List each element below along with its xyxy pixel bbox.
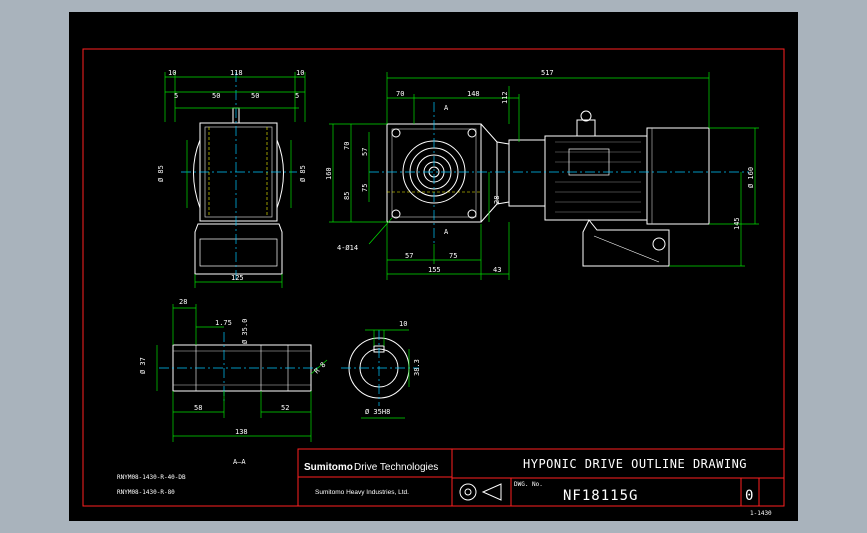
- dim-h-70: 70: [343, 142, 351, 150]
- dim-shaft-dia: Ø 35.0: [241, 319, 249, 344]
- section-label: A—A: [233, 458, 246, 466]
- dim-bottom: 125: [231, 274, 244, 282]
- dim-top-left: 10: [168, 69, 176, 77]
- dim-bore-dia: Ø 35H8: [365, 408, 390, 416]
- dim-len-58: 58: [194, 404, 202, 412]
- revision: 0: [745, 488, 754, 504]
- cad-drawing: 10 118 10 5 50 50 5 Ø 85 Ø 85 125 517 70…: [82, 48, 785, 517]
- drawing-number: NF18115G: [563, 488, 638, 504]
- dim-h-85: 85: [343, 192, 351, 200]
- dim-dia-37: Ø 37: [139, 357, 147, 374]
- keyway-view: 10 38.3 Ø 35H8: [341, 320, 421, 419]
- drawing-title: HYPONIC DRIVE OUTLINE DRAWING: [523, 457, 747, 471]
- dim-key-38: 38.3: [413, 359, 421, 376]
- dim-top-overall: 118: [230, 69, 243, 77]
- dim-top-right: 10: [296, 69, 304, 77]
- dim-key-10: 10: [399, 320, 407, 328]
- company-name: Sumitomo Heavy Industries, Ltd.: [315, 489, 409, 496]
- section-mark-top: A: [444, 104, 449, 112]
- dim-bot-155: 155: [428, 266, 441, 274]
- dim-top-28: 28: [179, 298, 187, 306]
- model-line-1: RNYM08-1430-R-40-DB: [117, 474, 186, 481]
- dim-left-b: 148: [467, 90, 480, 98]
- dim-bot-43: 43: [493, 266, 501, 274]
- dim-bot-57: 57: [405, 252, 413, 260]
- drawing-frame: [82, 48, 785, 507]
- dim-edge-left: 5: [174, 92, 178, 100]
- section-mark-bottom: A: [444, 228, 449, 236]
- side-view: 10 118 10 5 50 50 5 Ø 85 Ø 85 125: [157, 69, 307, 288]
- dim-h-57: 57: [361, 148, 369, 156]
- dim-h-total: 160: [325, 167, 333, 180]
- dim-mid-right: 50: [251, 92, 259, 100]
- dim-len-52: 52: [281, 404, 289, 412]
- front-view: 517 70 148 112 A A 160 70 57 85 75 28 4-…: [325, 69, 759, 280]
- dim-hole: 4-Ø14: [337, 244, 358, 252]
- dim-dia-right: Ø 85: [299, 165, 307, 182]
- dim-bot-75: 75: [449, 252, 457, 260]
- dim-mid-left: 50: [212, 92, 220, 100]
- dim-len-138: 138: [235, 428, 248, 436]
- dim-overall: 517: [541, 69, 554, 77]
- brand-main: Sumitomo: [304, 462, 353, 473]
- shaft-view: 28 1.75 Ø 35.0 Ø 37 R 8 58 52 138: [139, 298, 327, 442]
- dim-r8: R 8: [313, 361, 328, 376]
- drawing-viewport[interactable]: 10 118 10 5 50 50 5 Ø 85 Ø 85 125 517 70…: [69, 12, 798, 521]
- dim-h-75: 75: [361, 184, 369, 192]
- corner-label: 1-1430: [750, 510, 772, 517]
- dim-edge-right: 5: [295, 92, 299, 100]
- dim-offset-top: 112: [501, 91, 509, 104]
- dwg-no-label: DWG. No.: [514, 481, 543, 488]
- dim-chamfer: 1.75: [215, 319, 232, 327]
- dim-left-a: 70: [396, 90, 404, 98]
- model-line-2: RNYM08-1430-R-80: [117, 489, 175, 496]
- brand-rest: Drive Technologies: [354, 462, 438, 473]
- dim-dia-left: Ø 85: [157, 165, 165, 182]
- dim-motor-dia: Ø 160: [747, 167, 755, 188]
- dim-motor-h: 145: [733, 217, 741, 230]
- dim-h-28: 28: [493, 196, 501, 204]
